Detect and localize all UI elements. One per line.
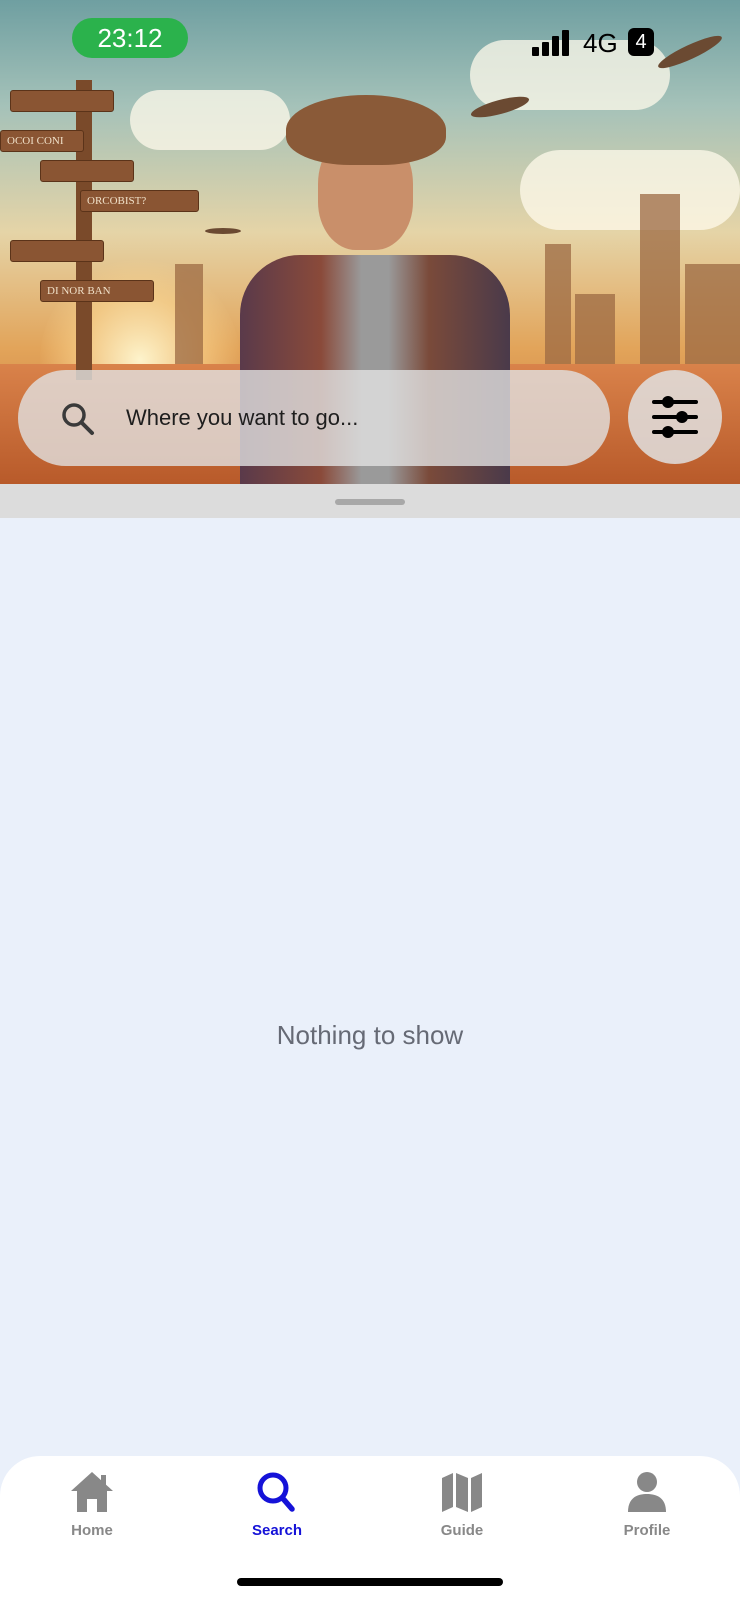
sliders-icon xyxy=(652,396,698,438)
empty-state-message: Nothing to show xyxy=(276,1020,464,1050)
map-icon xyxy=(442,1473,482,1512)
status-time: 23:12 xyxy=(72,18,188,58)
search-input[interactable]: Where you want to go... xyxy=(18,370,610,466)
person-icon xyxy=(628,1472,666,1512)
tab-guide[interactable]: Guide xyxy=(402,1470,522,1560)
search-icon xyxy=(257,1472,295,1512)
tab-home[interactable]: Home xyxy=(32,1470,152,1560)
bottom-tab-bar: Home Search Guide Profile xyxy=(0,1456,740,1600)
tab-profile[interactable]: Profile xyxy=(587,1470,707,1560)
tab-label: Home xyxy=(71,1522,113,1539)
sheet-header[interactable] xyxy=(0,484,740,518)
status-bar: 23:12 4G 4 xyxy=(0,0,740,80)
home-icon xyxy=(71,1472,113,1512)
tab-label: Search xyxy=(251,1522,303,1539)
battery-icon: 4 xyxy=(628,28,654,56)
signpost xyxy=(76,80,92,380)
sign-label: OCOI CONI xyxy=(0,130,84,152)
tab-label: Guide xyxy=(440,1522,484,1539)
tab-search[interactable]: Search xyxy=(217,1470,337,1560)
search-placeholder: Where you want to go... xyxy=(126,405,359,430)
network-type: 4G xyxy=(583,28,618,58)
sign-label: ORCOBIST? xyxy=(80,190,199,212)
drag-handle[interactable] xyxy=(335,499,405,505)
tab-label: Profile xyxy=(623,1522,671,1539)
signal-icon xyxy=(532,30,572,56)
sign-label: DI NOR BAN xyxy=(40,280,154,302)
home-indicator xyxy=(237,1578,503,1586)
filter-button[interactable] xyxy=(628,370,722,464)
search-icon xyxy=(62,403,94,435)
